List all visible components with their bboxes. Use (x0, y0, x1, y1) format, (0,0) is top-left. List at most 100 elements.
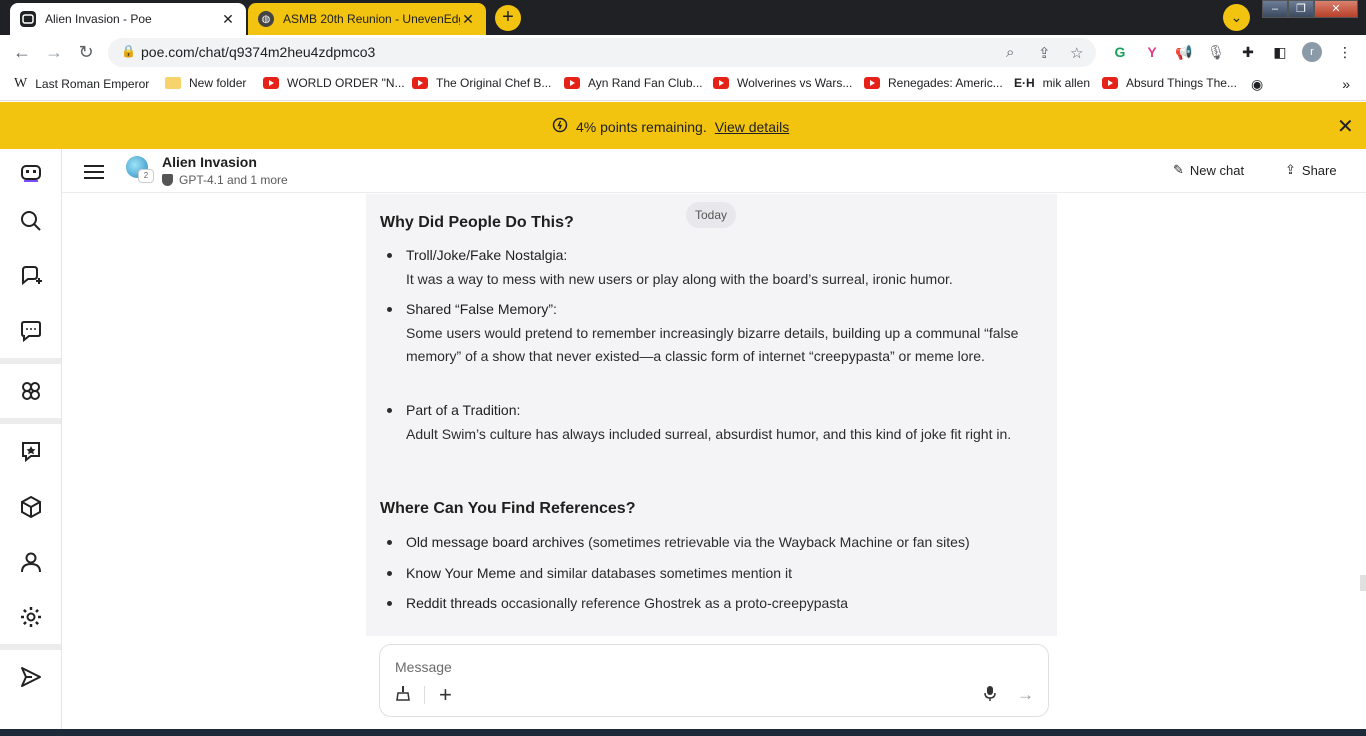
list-item-title: Troll/Joke/Fake Nostalgia: (406, 247, 568, 263)
list-item-body: It was a way to mess with new users or p… (406, 270, 953, 287)
bookmark-world-order[interactable]: WORLD ORDER "N... (263, 76, 405, 90)
bot-name[interactable]: Alien Invasion (162, 154, 257, 170)
globe-icon[interactable]: ◉ (1251, 76, 1263, 93)
bookmark-chef[interactable]: The Original Chef B... (412, 76, 551, 90)
window-controls: – ❐ ✕ (1262, 0, 1358, 20)
list-item: Old message board archives (sometimes re… (387, 531, 1046, 555)
api-cube-icon[interactable] (0, 480, 61, 534)
bookmark-label: Absurd Things The... (1126, 76, 1237, 90)
youtube-icon (412, 77, 428, 89)
edit-pencil-icon: ✎ (1173, 162, 1184, 177)
banner-close-icon[interactable]: ✕ (1337, 114, 1354, 139)
zoom-icon[interactable]: ⌕ (1006, 44, 1014, 61)
list-item-title: Know Your Meme (406, 565, 516, 581)
list-item: Know Your Meme and similar databases som… (387, 562, 1046, 586)
side-panel-icon[interactable]: ◧ (1271, 43, 1289, 61)
bookmark-mik-allen[interactable]: E·H mik allen (1014, 76, 1090, 90)
bot-model-info[interactable]: GPT-4.1 and 1 more (162, 173, 288, 187)
bookmark-ayn-rand[interactable]: Ayn Rand Fan Club... (564, 76, 703, 90)
youtube-icon (713, 77, 729, 89)
profile-user-icon[interactable] (0, 535, 61, 589)
message-composer[interactable]: Message + → (379, 644, 1049, 717)
chevron-down-icon[interactable]: ⌄ (1223, 4, 1250, 31)
favorites-icon[interactable] (0, 424, 61, 478)
left-sidebar (0, 149, 62, 736)
tab-asmb-reunion[interactable]: ◍ ASMB 20th Reunion - UnevenEdge ✕ (248, 3, 486, 35)
view-details-link[interactable]: View details (715, 119, 789, 135)
new-tab-button[interactable]: + (495, 5, 521, 31)
microphone-icon[interactable] (983, 685, 997, 706)
bookmark-new-folder[interactable]: New folder (165, 76, 246, 90)
minimize-button[interactable]: – (1262, 0, 1288, 18)
reload-icon[interactable]: ↻ (75, 41, 97, 63)
hamburger-menu-icon[interactable] (84, 161, 104, 181)
tab-close-icon[interactable]: ✕ (460, 11, 476, 28)
bookmark-label: Ayn Rand Fan Club... (588, 76, 703, 90)
bookmark-last-roman-emperor[interactable]: W Last Roman Emperor (14, 76, 149, 92)
attach-plus-icon[interactable]: + (439, 682, 452, 708)
folder-icon (165, 77, 181, 89)
composer-divider (424, 686, 425, 704)
bookmark-label: Last Roman Emperor (35, 77, 150, 91)
bookmarks-bar: W Last Roman Emperor New folder WORLD OR… (0, 69, 1366, 101)
y-extension-icon[interactable]: Y (1143, 43, 1161, 61)
scrollbar-thumb[interactable] (1360, 575, 1366, 591)
share-page-icon[interactable]: ⇪ (1038, 44, 1051, 62)
list-item-body: Some users would pretend to remember inc… (406, 324, 1019, 365)
bookmark-wolverines[interactable]: Wolverines vs Wars... (713, 76, 852, 90)
address-bar[interactable]: 🔒 poe.com/chat/q9374m2heu4zdpmco3 ⌕ ⇪ ☆ (108, 38, 1096, 67)
back-arrow-icon[interactable]: ← (11, 41, 33, 63)
lock-icon: 🔒 (121, 44, 136, 58)
search-icon[interactable] (0, 194, 61, 248)
bookmark-label: mik allen (1042, 76, 1091, 90)
grammarly-extension-icon[interactable]: G (1111, 43, 1129, 61)
profile-avatar[interactable]: r (1302, 42, 1322, 62)
bookmark-absurd-things[interactable]: Absurd Things The... (1102, 76, 1237, 90)
kebab-menu-icon[interactable]: ⋮ (1336, 43, 1354, 61)
bookmark-label: The Original Chef B... (436, 76, 552, 90)
extensions-puzzle-icon[interactable]: ✚ (1239, 43, 1257, 61)
bookmark-label: Renegades: Americ... (888, 76, 1003, 90)
bookmark-star-icon[interactable]: ☆ (1070, 44, 1083, 62)
megaphone-extension-icon[interactable]: 📢 (1175, 43, 1193, 61)
send-arrow-icon[interactable]: → (1017, 685, 1034, 705)
bookmark-renegades[interactable]: Renegades: Americ... (864, 76, 1003, 90)
chat-scroll-area[interactable]: Why Did People Do This? Troll/Joke/Fake … (62, 194, 1366, 636)
list-item-title: Old message board archives (406, 534, 585, 550)
list-item-body: occasionally reference Ghostrek as a pro… (497, 595, 849, 611)
bot-message-bubble: Why Did People Do This? Troll/Joke/Fake … (366, 194, 1057, 636)
shield-icon (162, 174, 173, 186)
poe-logo-icon[interactable] (0, 146, 61, 200)
new-chat-label: New chat (1189, 162, 1245, 178)
list-item: Shared “False Memory”: Some users would … (387, 298, 1046, 369)
youtube-icon (1102, 77, 1118, 89)
bot-model-text: GPT-4.1 and 1 more (179, 173, 288, 187)
tab-alien-invasion[interactable]: Alien Invasion - Poe ✕ (10, 3, 246, 35)
bookmarks-overflow-icon[interactable]: » (1342, 76, 1350, 92)
explore-bots-icon[interactable] (0, 364, 61, 418)
browser-toolbar: ← → ↻ 🔒 poe.com/chat/q9374m2heu4zdpmco3 … (0, 35, 1366, 69)
list-item: Troll/Joke/Fake Nostalgia: It was a way … (387, 244, 1046, 291)
share-label: Share (1301, 162, 1337, 178)
share-button[interactable]: ⇪ Share (1285, 162, 1337, 178)
list-item: Reddit threads occasionally reference Gh… (387, 592, 1046, 616)
forward-arrow-icon[interactable]: → (43, 41, 65, 63)
settings-gear-icon[interactable] (0, 590, 61, 644)
points-banner: 4% points remaining. View details ✕ (0, 102, 1366, 149)
microphone-extension-icon[interactable]: 🎙 (1207, 43, 1225, 61)
create-bot-icon[interactable] (0, 249, 61, 303)
tab-close-icon[interactable]: ✕ (220, 11, 236, 28)
message-input[interactable]: Message (395, 659, 452, 675)
list-item-title: Reddit threads (406, 595, 498, 611)
section-heading: Why Did People Do This? (380, 214, 574, 231)
chats-icon[interactable] (0, 304, 61, 358)
eh-icon: E·H (1014, 76, 1035, 90)
youtube-icon (864, 77, 880, 89)
maximize-button[interactable]: ❐ (1288, 0, 1314, 18)
send-feedback-icon[interactable] (0, 650, 61, 704)
new-chat-button[interactable]: ✎ New chat (1173, 162, 1244, 178)
clear-context-broom-icon[interactable] (395, 685, 411, 706)
date-divider-badge: Today (686, 202, 736, 228)
window-close-button[interactable]: ✕ (1314, 0, 1358, 18)
tab-title: Alien Invasion - Poe (45, 12, 152, 26)
